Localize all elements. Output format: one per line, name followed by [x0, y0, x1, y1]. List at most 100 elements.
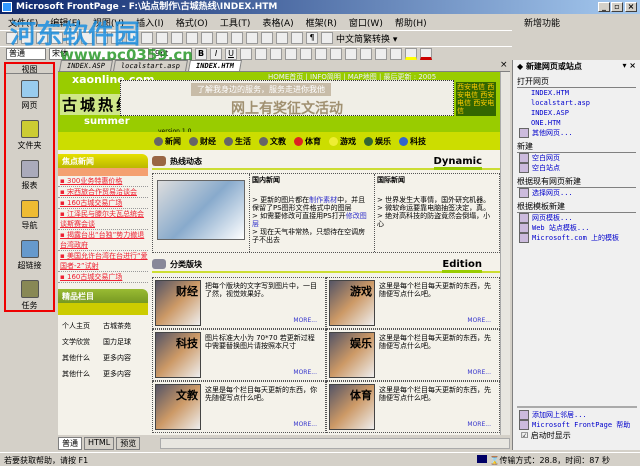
justify-icon[interactable] [285, 48, 297, 60]
menu-tools[interactable]: 工具(T) [220, 16, 251, 29]
paste-icon[interactable] [141, 32, 153, 44]
nav-entertainment[interactable]: 娱乐 [364, 136, 391, 147]
ms-templates-link[interactable]: Microsoft.com 上的模板 [517, 233, 636, 243]
boutique-link[interactable]: 古城茶苑 [103, 321, 144, 331]
more-link[interactable]: MORE... [467, 421, 491, 428]
close-document-icon[interactable]: × [500, 60, 508, 70]
horizontal-scrollbar[interactable] [160, 438, 510, 449]
focus-link[interactable]: 300业务特惠价格 [58, 176, 148, 187]
bullets-icon[interactable] [345, 48, 357, 60]
focus-link[interactable]: 160古城交易广场 [58, 272, 148, 283]
decrease-indent-icon[interactable] [360, 48, 372, 60]
undo-icon[interactable] [171, 32, 183, 44]
view-folders[interactable]: 文件夹 [6, 120, 53, 154]
material-link[interactable]: 制作素材 [309, 196, 337, 204]
insert-table-icon[interactable] [216, 32, 228, 44]
recent-file-link[interactable]: INDEX.ASP [517, 108, 636, 118]
task-pane-close-icon[interactable]: ▾ × [622, 61, 636, 73]
site-templates-link[interactable]: Web 站点模板... [517, 223, 636, 233]
nav-tech[interactable]: 科技 [399, 136, 426, 147]
menu-insert[interactable]: 插入(I) [136, 16, 164, 29]
focus-link[interactable]: 美国允许台湾在台进行“爱国者-2”试射 [58, 251, 148, 272]
close-button[interactable]: × [625, 2, 637, 12]
nav-sports[interactable]: 体育 [294, 136, 321, 147]
tab-preview[interactable]: 预览 [116, 437, 141, 450]
blank-site-link[interactable]: 空白站点 [517, 163, 636, 173]
boutique-link[interactable]: 其他什么 [62, 353, 103, 363]
insert-picture-icon[interactable] [231, 32, 243, 44]
nav-games[interactable]: 游戏 [329, 136, 356, 147]
vertical-scrollbar[interactable] [500, 72, 510, 435]
align-right-icon[interactable] [270, 48, 282, 60]
frontpage-help-link[interactable]: Microsoft FrontPage 帮助 [517, 420, 637, 430]
menu-table[interactable]: 表格(A) [262, 16, 293, 29]
more-link[interactable]: MORE... [467, 317, 491, 324]
recent-file-link[interactable]: INDEX.HTM [517, 88, 636, 98]
menu-format[interactable]: 格式(O) [176, 16, 208, 29]
underline-button[interactable]: U [225, 48, 237, 60]
more-link[interactable]: MORE... [467, 369, 491, 376]
focus-link[interactable]: 揭露台出“台独”势力撤退台湾政府 [58, 230, 148, 251]
web-component-icon[interactable] [201, 32, 213, 44]
font-color-icon[interactable] [420, 48, 432, 60]
boutique-link[interactable]: 文学欣赏 [62, 337, 103, 347]
more-link[interactable]: MORE... [293, 369, 317, 376]
view-tasks[interactable]: 任务 [6, 280, 53, 314]
highlight-icon[interactable] [405, 48, 417, 60]
tab-index-asp[interactable]: INDEX.ASP [59, 60, 113, 71]
tab-normal[interactable]: 普通 [58, 437, 82, 450]
show-all-icon[interactable]: ¶ [306, 32, 318, 44]
chinese-convert-button[interactable]: 中文简繁转换 ▾ [336, 32, 397, 45]
stop-icon[interactable] [291, 32, 303, 44]
focus-link[interactable]: 160古城交易广场 [58, 198, 148, 209]
boutique-link[interactable]: 更多内容 [103, 369, 144, 379]
page-editor[interactable]: xaonline.com 古城热线 HOME首页 | INFO简明 | MAP地… [58, 72, 500, 435]
redo-icon[interactable] [186, 32, 198, 44]
view-page[interactable]: 网页 [6, 80, 53, 114]
tab-html[interactable]: HTML [84, 437, 115, 450]
minimize-button[interactable]: _ [598, 2, 610, 12]
boutique-link[interactable]: 国力足球 [103, 337, 144, 347]
view-hyperlinks[interactable]: 超链接 [6, 240, 53, 274]
align-center-icon[interactable] [255, 48, 267, 60]
show-at-startup-checkbox[interactable]: ☑ 启动时显示 [517, 430, 637, 441]
menu-help[interactable]: 帮助(H) [395, 16, 427, 29]
boutique-link[interactable]: 更多内容 [103, 353, 144, 363]
numbering-icon[interactable] [330, 48, 342, 60]
more-link[interactable]: MORE... [293, 421, 317, 428]
borders-icon[interactable] [390, 48, 402, 60]
decrease-font-icon[interactable] [315, 48, 327, 60]
menu-frames[interactable]: 框架(R) [306, 16, 337, 29]
nav-finance[interactable]: 财经 [189, 136, 216, 147]
italic-button[interactable]: I [210, 48, 222, 60]
add-network-place-link[interactable]: 添加网上邻居... [517, 410, 637, 420]
recent-file-link[interactable]: ONE.HTM [517, 118, 636, 128]
refresh-icon[interactable] [276, 32, 288, 44]
more-link[interactable]: MORE... [293, 317, 317, 324]
choose-page-link[interactable]: 选择网页... [517, 188, 636, 198]
align-left-icon[interactable] [240, 48, 252, 60]
nav-news[interactable]: 新闻 [154, 136, 181, 147]
help-icon[interactable] [321, 32, 333, 44]
maximize-button[interactable]: ▫ [611, 2, 623, 12]
bold-button[interactable]: B [195, 48, 207, 60]
view-reports[interactable]: 报表 [6, 160, 53, 194]
recent-file-link[interactable]: localstart.asp [517, 98, 636, 108]
new-features-box[interactable]: 新增功能 [524, 16, 560, 29]
menu-window[interactable]: 窗口(W) [349, 16, 383, 29]
nav-education[interactable]: 文教 [259, 136, 286, 147]
format-painter-icon[interactable] [156, 32, 168, 44]
download-time[interactable]: ⌛传输方式：28.8，时间：87 秒 [476, 455, 610, 466]
boutique-link[interactable]: 其他什么 [62, 369, 103, 379]
view-navigation[interactable]: 导航 [6, 200, 53, 234]
drawing-icon[interactable] [246, 32, 258, 44]
other-pages-link[interactable]: 其他网页... [517, 128, 636, 138]
blank-page-link[interactable]: 空白网页 [517, 153, 636, 163]
tab-index-htm[interactable]: INDEX.HTM [187, 60, 242, 71]
increase-font-icon[interactable] [300, 48, 312, 60]
page-templates-link[interactable]: 网页模板... [517, 213, 636, 223]
boutique-link[interactable]: 个人主页 [62, 321, 103, 331]
focus-link[interactable]: 宋西旅合作贸易洽谈会 [58, 187, 148, 198]
nav-life[interactable]: 生活 [224, 136, 251, 147]
hyperlink-icon[interactable] [261, 32, 273, 44]
